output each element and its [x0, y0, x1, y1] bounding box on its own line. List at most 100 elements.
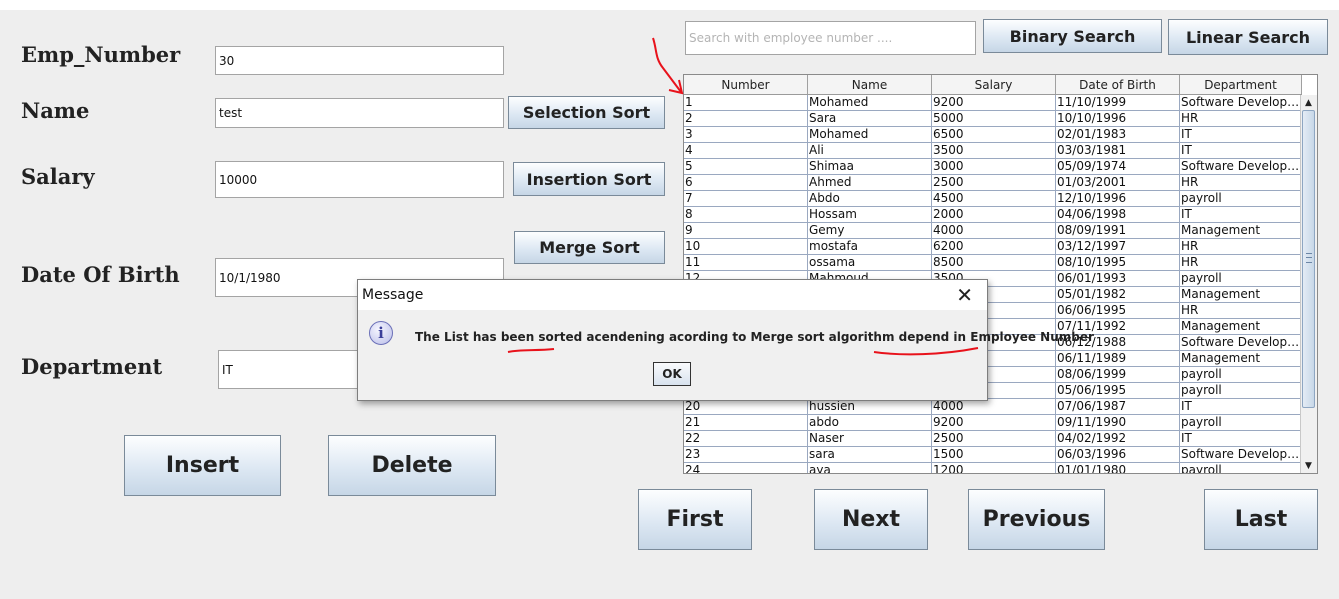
dialog-title: Message: [362, 287, 424, 303]
insertion-sort-button[interactable]: Insertion Sort: [513, 162, 665, 196]
cell-salary: 1200: [932, 463, 1056, 473]
cell-salary: 4000: [932, 399, 1056, 414]
scroll-up-icon[interactable]: ▲: [1301, 95, 1316, 110]
message-dialog: Message ✕ i The List has been sorted ace…: [357, 279, 1094, 401]
cell-department: payroll: [1180, 463, 1302, 473]
table-row[interactable]: 5 Shimaa 3000 05/09/1974 Software Developm..…: [684, 159, 1302, 175]
column-header-department[interactable]: Department: [1180, 75, 1302, 94]
insert-button[interactable]: Insert: [124, 435, 281, 496]
table-row[interactable]: 24 aya 1200 01/01/1980 payroll: [684, 463, 1302, 473]
cell-name: Sara: [808, 111, 932, 126]
selection-sort-button[interactable]: Selection Sort: [508, 96, 665, 129]
table-row[interactable]: 11 ossama 8500 08/10/1995 HR: [684, 255, 1302, 271]
merge-sort-button[interactable]: Merge Sort: [514, 231, 665, 264]
cell-dob: 05/06/1995: [1056, 383, 1180, 398]
scrollbar-thumb[interactable]: [1302, 110, 1315, 408]
cell-salary: 5000: [932, 111, 1056, 126]
cell-salary: 8500: [932, 255, 1056, 270]
last-button[interactable]: Last: [1204, 489, 1318, 550]
cell-department: IT: [1180, 143, 1302, 158]
cell-dob: 06/03/1996: [1056, 447, 1180, 462]
cell-department: payroll: [1180, 271, 1302, 286]
table-row[interactable]: 10 mostafa 6200 03/12/1997 HR: [684, 239, 1302, 255]
emp-number-label: Emp_Number: [21, 42, 181, 67]
cell-name: Shimaa: [808, 159, 932, 174]
cell-number: 20: [684, 399, 808, 414]
cell-dob: 06/01/1993: [1056, 271, 1180, 286]
emp-number-field[interactable]: 30: [215, 46, 504, 75]
cell-salary: 4000: [932, 223, 1056, 238]
binary-search-button[interactable]: Binary Search: [983, 19, 1162, 53]
cell-department: HR: [1180, 111, 1302, 126]
cell-number: 8: [684, 207, 808, 222]
column-header-salary[interactable]: Salary: [932, 75, 1056, 94]
salary-label: Salary: [21, 164, 95, 189]
next-button[interactable]: Next: [814, 489, 928, 550]
cell-dob: 03/03/1981: [1056, 143, 1180, 158]
employee-table[interactable]: Number Name Salary Date of Birth Departm…: [683, 74, 1318, 474]
column-header-number[interactable]: Number: [684, 75, 808, 94]
cell-dob: 02/01/1983: [1056, 127, 1180, 142]
annotation-underline-sorted: [507, 348, 555, 353]
cell-department: Management: [1180, 223, 1302, 238]
salary-field[interactable]: 10000: [215, 161, 504, 198]
name-field[interactable]: test: [215, 98, 504, 128]
table-row[interactable]: 21 abdo 9200 09/11/1990 payroll: [684, 415, 1302, 431]
annotation-arrow: [652, 37, 684, 95]
cell-dob: 01/01/1980: [1056, 463, 1180, 473]
table-scrollbar[interactable]: ▲ ▼: [1300, 95, 1317, 473]
cell-department: HR: [1180, 303, 1302, 318]
table-row[interactable]: 2 Sara 5000 10/10/1996 HR: [684, 111, 1302, 127]
cell-department: payroll: [1180, 415, 1302, 430]
cell-department: HR: [1180, 175, 1302, 190]
department-label: Department: [21, 354, 163, 379]
cell-name: abdo: [808, 415, 932, 430]
cell-dob: 06/11/1989: [1056, 351, 1180, 366]
cell-dob: 04/02/1992: [1056, 431, 1180, 446]
cell-name: sara: [808, 447, 932, 462]
cell-number: 6: [684, 175, 808, 190]
table-row[interactable]: 4 Ali 3500 03/03/1981 IT: [684, 143, 1302, 159]
cell-department: IT: [1180, 207, 1302, 222]
close-icon[interactable]: ✕: [956, 283, 973, 307]
search-input[interactable]: Search with employee number ....: [685, 21, 976, 55]
cell-dob: 04/06/1998: [1056, 207, 1180, 222]
cell-name: Naser: [808, 431, 932, 446]
first-button[interactable]: First: [638, 489, 752, 550]
table-row[interactable]: 3 Mohamed 6500 02/01/1983 IT: [684, 127, 1302, 143]
linear-search-button[interactable]: Linear Search: [1168, 19, 1328, 55]
table-row[interactable]: 8 Hossam 2000 04/06/1998 IT: [684, 207, 1302, 223]
cell-department: IT: [1180, 431, 1302, 446]
cell-department: payroll: [1180, 367, 1302, 382]
table-row[interactable]: 1 Mohamed 9200 11/10/1999 Software Developm.…: [684, 95, 1302, 111]
department-field[interactable]: IT: [218, 350, 368, 389]
cell-salary: 9200: [932, 95, 1056, 110]
cell-salary: 2000: [932, 207, 1056, 222]
name-label: Name: [21, 98, 90, 123]
previous-button[interactable]: Previous: [968, 489, 1105, 550]
delete-button[interactable]: Delete: [328, 435, 496, 496]
cell-department: Software Developm...: [1181, 447, 1302, 462]
table-row[interactable]: 22 Naser 2500 04/02/1992 IT: [684, 431, 1302, 447]
table-row[interactable]: 6 Ahmed 2500 01/03/2001 HR: [684, 175, 1302, 191]
cell-dob: 11/10/1999: [1056, 95, 1180, 110]
cell-dob: 03/12/1997: [1056, 239, 1180, 254]
table-header: Number Name Salary Date of Birth Departm…: [684, 75, 1302, 95]
cell-name: mostafa: [808, 239, 932, 254]
cell-number: 7: [684, 191, 808, 206]
cell-number: 22: [684, 431, 808, 446]
cell-name: aya: [808, 463, 932, 473]
cell-department: IT: [1180, 127, 1302, 142]
table-row[interactable]: 7 Abdo 4500 12/10/1996 payroll: [684, 191, 1302, 207]
scroll-down-icon[interactable]: ▼: [1301, 458, 1316, 473]
column-header-name[interactable]: Name: [808, 75, 932, 94]
table-row[interactable]: 9 Gemy 4000 08/09/1991 Management: [684, 223, 1302, 239]
cell-department: payroll: [1180, 383, 1302, 398]
table-row[interactable]: 20 hussien 4000 07/06/1987 IT: [684, 399, 1302, 415]
ok-button[interactable]: OK: [653, 362, 691, 386]
cell-salary: 6200: [932, 239, 1056, 254]
annotation-underline-employee-number: [873, 347, 979, 356]
column-header-dob[interactable]: Date of Birth: [1056, 75, 1180, 94]
table-row[interactable]: 23 sara 1500 06/03/1996 Software Developm...: [684, 447, 1302, 463]
cell-name: Mohamed: [808, 127, 932, 142]
